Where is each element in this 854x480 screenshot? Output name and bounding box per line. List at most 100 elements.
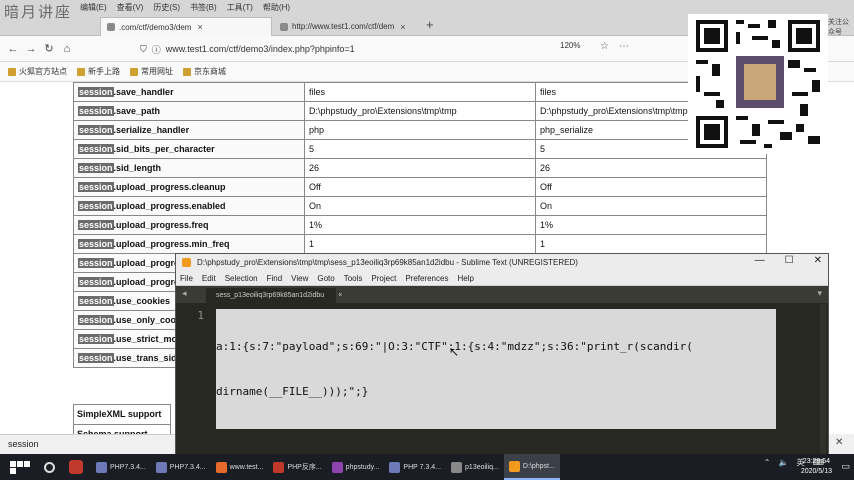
forward-arrow-icon[interactable]: → <box>22 43 40 55</box>
page-info-icon[interactable]: ⓘ <box>152 43 161 56</box>
find-input[interactable]: session <box>8 439 39 449</box>
code-line: dirname(__FILE__)));";} <box>216 385 369 398</box>
address-bar[interactable]: ⛉ ⓘ www.test1.com/ctf/demo3/index.php?ph… <box>140 40 530 58</box>
menu-tools[interactable]: 工具(T) <box>227 2 253 13</box>
taskbar-app-button[interactable]: p13eoiliq... <box>446 454 504 480</box>
local-value: files <box>304 82 536 102</box>
taskbar-clock[interactable]: 23:29:54 2020/5/13 <box>801 457 832 477</box>
menu-edit[interactable]: Edit <box>202 274 216 283</box>
directive-name: session.sid_length <box>73 158 305 178</box>
taskbar-app-button[interactable]: phpstudy... <box>327 454 385 480</box>
menu-selection[interactable]: Selection <box>225 274 258 283</box>
directive-suffix: .serialize_handler <box>113 125 190 135</box>
app-icon <box>451 461 463 473</box>
menu-bookmarks[interactable]: 书签(B) <box>190 2 217 13</box>
close-tab-icon[interactable]: × <box>197 22 202 32</box>
highlighted-match: session <box>78 296 114 306</box>
toolbar-icons[interactable]: ☆⋯ <box>600 41 639 52</box>
bookmark-item[interactable]: 火狐官方站点 <box>8 66 67 77</box>
highlighted-match: session <box>78 87 114 97</box>
taskbar-app-label: PHP7.3.4... <box>169 463 206 471</box>
line-number-gutter: 1 <box>197 309 204 322</box>
menu-find[interactable]: Find <box>267 274 283 283</box>
tab-left-arrow-icon[interactable]: ◂ <box>182 288 187 299</box>
menu-help[interactable]: 帮助(H) <box>263 2 290 13</box>
directive-suffix: .upload_progress.enabled <box>113 201 226 211</box>
app-icon <box>508 460 520 472</box>
table-row: session.upload_progress.cleanup Off Off <box>73 177 767 197</box>
menu-preferences[interactable]: Preferences <box>405 274 448 283</box>
section-heading: SimpleXML support <box>74 405 170 425</box>
volume-icon[interactable]: 🔈 <box>778 458 788 467</box>
qr-side-text: 关注公众号 <box>828 19 849 36</box>
browser-tab-2[interactable]: http://www.test1.com/ctf/dem × <box>274 17 424 36</box>
close-tab-icon[interactable]: × <box>400 22 405 32</box>
table-row: session.upload_progress.enabled On On <box>73 196 767 216</box>
highlighted-match: session <box>78 201 114 211</box>
bookmark-item[interactable]: 常用网址 <box>130 66 173 77</box>
home-icon[interactable]: ⌂ <box>58 43 76 55</box>
firefox-icon <box>8 67 16 76</box>
taskbar-app-button[interactable]: PHP7.3.4... <box>91 454 151 480</box>
new-tab-button[interactable]: + <box>426 17 434 32</box>
menu-edit[interactable]: 编辑(E) <box>80 2 107 13</box>
taskbar-app-label: PHP 7.3.4... <box>403 463 442 471</box>
local-value: 1 <box>304 234 536 254</box>
menu-file[interactable]: File <box>180 274 193 283</box>
directive-suffix: .sid_bits_per_character <box>113 144 215 154</box>
bookmark-item[interactable]: 新手上路 <box>77 66 120 77</box>
menu-help[interactable]: Help <box>457 274 473 283</box>
notification-icon[interactable]: ▭ <box>841 461 850 472</box>
minimize-icon[interactable]: — <box>755 255 765 266</box>
highlighted-match: session <box>78 125 114 135</box>
close-tab-icon[interactable]: × <box>338 292 342 299</box>
editor-tab[interactable]: sess_p13eoiliq3rp69k85an1d2idbu × <box>206 288 342 303</box>
directive-suffix: .sid_length <box>113 163 162 173</box>
bookmark-item[interactable]: 京东商城 <box>183 66 226 77</box>
shop-icon <box>183 67 191 76</box>
taskbar-app-button[interactable]: PHP7.3.4... <box>151 454 211 480</box>
browser-tab-1[interactable]: .com/ctf/demo3/dem × <box>100 17 272 36</box>
reload-icon[interactable]: ↻ <box>40 42 58 55</box>
find-in-page-bar[interactable]: session <box>0 434 175 454</box>
editor-scrollbar[interactable] <box>820 304 826 454</box>
directive-name: session.upload_progress.min_freq <box>73 234 305 254</box>
directive-suffix: .use_trans_sid <box>113 353 177 363</box>
local-value: Off <box>304 177 536 197</box>
master-value: 26 <box>535 158 767 178</box>
maximize-icon[interactable]: ☐ <box>785 255 794 266</box>
window-title: D:\phpstudy_pro\Extensions\tmp\tmp\sess_… <box>197 258 578 267</box>
highlighted-match: session <box>78 144 114 154</box>
tab-favicon-icon <box>280 22 288 31</box>
local-value: 26 <box>304 158 536 178</box>
menu-goto[interactable]: Goto <box>317 274 334 283</box>
menu-project[interactable]: Project <box>371 274 396 283</box>
app-icon[interactable] <box>69 460 83 474</box>
tab-dropdown-icon[interactable]: ▾ <box>817 288 822 299</box>
local-value: 5 <box>304 139 536 159</box>
close-icon[interactable]: ✕ <box>814 255 822 266</box>
close-find-icon[interactable]: ✕ <box>829 434 854 454</box>
table-row: session.serialize_handler php php_serializ… <box>73 120 767 140</box>
taskbar-app-button[interactable]: www.test... <box>211 454 269 480</box>
menu-tools[interactable]: Tools <box>344 274 363 283</box>
folder-icon <box>130 67 138 76</box>
search-icon[interactable] <box>44 461 55 473</box>
chevron-up-icon[interactable]: ⌃ <box>764 458 771 467</box>
code-editor[interactable]: a:1:{s:7:"payload";s:69:"|O:3:"CTF":1:{s… <box>216 309 776 429</box>
menu-view[interactable]: 查看(V) <box>117 2 144 13</box>
taskbar-app-label: phpstudy... <box>345 463 380 471</box>
menu-history[interactable]: 历史(S) <box>153 2 180 13</box>
taskbar-app-button[interactable]: PHP 7.3.4... <box>384 454 446 480</box>
zoom-level[interactable]: 120% <box>560 41 580 50</box>
start-button[interactable] <box>10 460 30 474</box>
highlighted-match: session <box>78 277 114 287</box>
master-value: 1 <box>535 234 767 254</box>
back-arrow-icon[interactable]: ← <box>4 43 22 55</box>
taskbar-app-button[interactable]: PHP反序... <box>268 454 326 480</box>
tab-favicon-icon <box>107 23 115 31</box>
master-value: On <box>535 196 767 216</box>
local-value: D:\phpstudy_pro\Extensions\tmp\tmp <box>304 101 536 121</box>
menu-view[interactable]: View <box>291 274 308 283</box>
taskbar-app-button[interactable]: D:\phpst... <box>503 454 560 480</box>
